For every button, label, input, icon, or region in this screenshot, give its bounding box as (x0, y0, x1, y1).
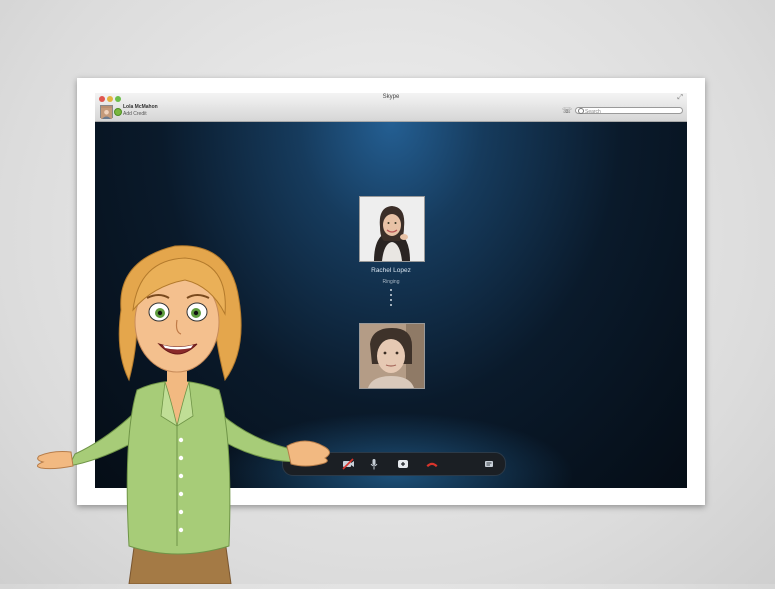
add-icon[interactable] (396, 457, 410, 471)
dial-pad-icon[interactable]: ☏ (562, 106, 572, 115)
ringing-dot (390, 294, 392, 296)
search-input[interactable]: Search (575, 107, 683, 115)
microphone-icon[interactable] (367, 457, 381, 471)
presence-status-icon[interactable] (114, 108, 122, 116)
add-credit-link[interactable]: Add Credit (123, 111, 147, 117)
account-name[interactable]: Lola McMahon (123, 104, 158, 110)
ringing-dot (390, 289, 392, 291)
chat-icon[interactable] (482, 457, 496, 471)
title-bar: Skype ⤢ Lola McMahon Add Credit ☏ Search (95, 93, 687, 122)
remote-contact-photo (359, 196, 425, 262)
search-placeholder: Search (585, 109, 601, 115)
ringing-dot (390, 304, 392, 306)
avatar[interactable] (100, 105, 113, 119)
presenter-character (25, 240, 345, 585)
fullscreen-arrows-icon[interactable]: ⤢ (677, 94, 683, 102)
hang-up-icon[interactable] (425, 457, 439, 471)
window-title: Skype (382, 94, 400, 100)
self-view-video (359, 323, 425, 389)
ringing-dot (390, 299, 392, 301)
search-icon (578, 108, 584, 114)
